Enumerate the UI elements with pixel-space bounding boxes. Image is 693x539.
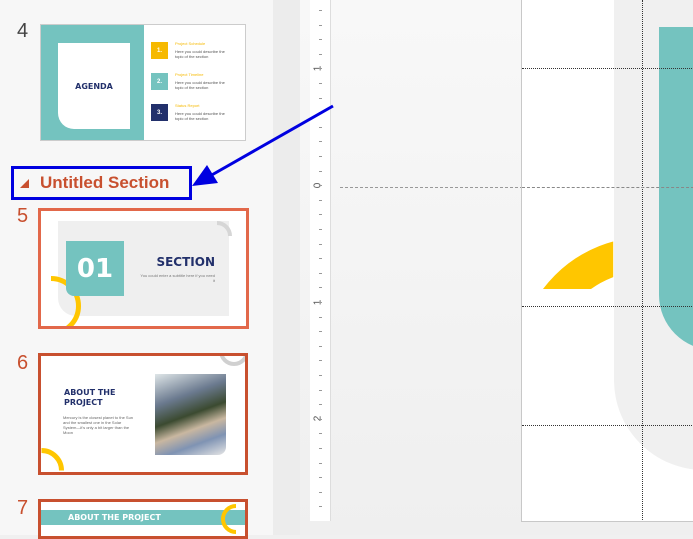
- arrowhead-icon: [192, 165, 218, 186]
- annotation-arrow: [192, 104, 334, 186]
